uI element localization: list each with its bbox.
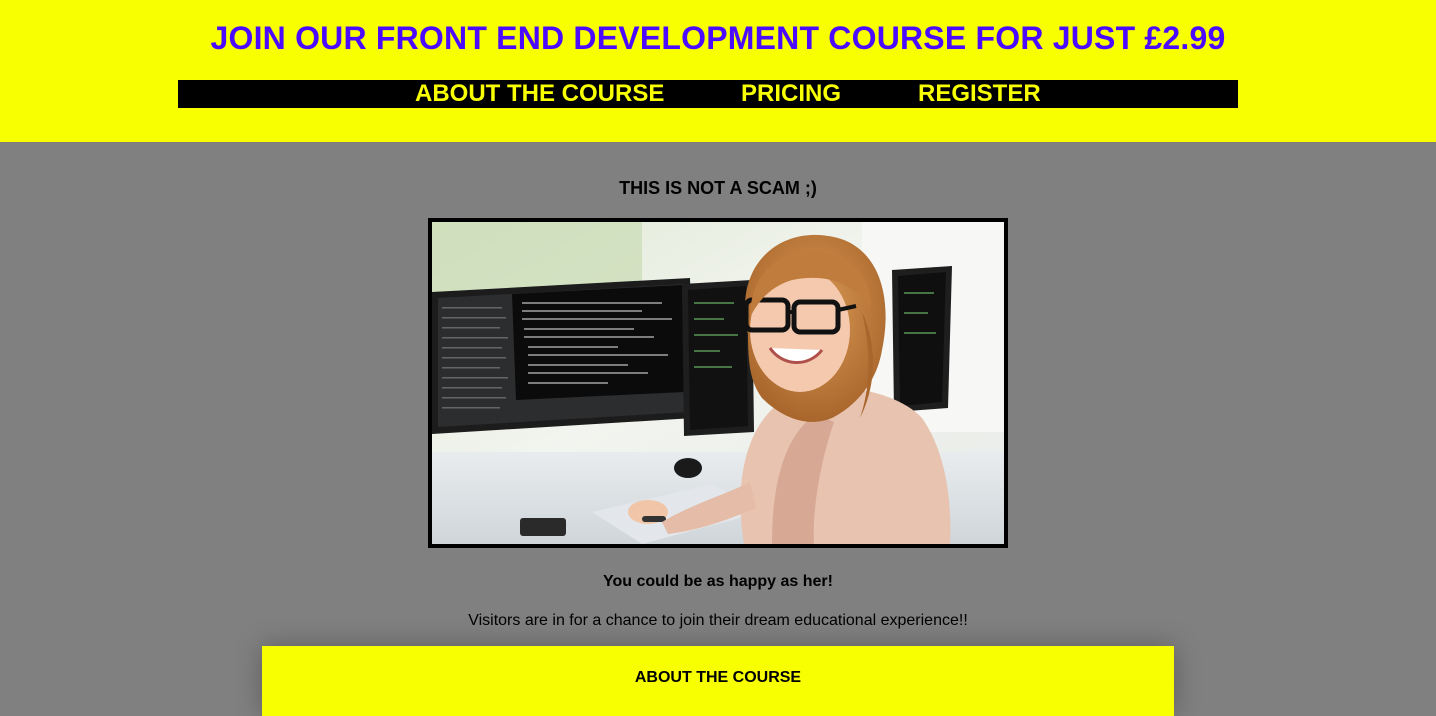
hero-description: Visitors are in for a chance to join the…: [468, 612, 968, 629]
about-course-heading: ABOUT THE COURSE: [634, 669, 802, 686]
nav-link-register[interactable]: REGISTER: [918, 80, 1041, 108]
nav-link-pricing[interactable]: PRICING: [741, 80, 841, 108]
hero-image: [428, 218, 1008, 548]
site-header: JOIN OUR FRONT END DEVELOPMENT COURSE FO…: [0, 0, 1436, 142]
main-navigation: ABOUT THE COURSE PRICING REGISTER: [178, 80, 1238, 108]
developer-photo-illustration: [432, 222, 1004, 544]
nav-link-about-course[interactable]: ABOUT THE COURSE: [415, 80, 664, 108]
about-course-section: ABOUT THE COURSE: [262, 646, 1174, 716]
hero-caption: You could be as happy as her!: [603, 573, 833, 590]
page-subheading: THIS IS NOT A SCAM ;): [619, 178, 817, 198]
page-headline: JOIN OUR FRONT END DEVELOPMENT COURSE FO…: [210, 20, 1226, 56]
